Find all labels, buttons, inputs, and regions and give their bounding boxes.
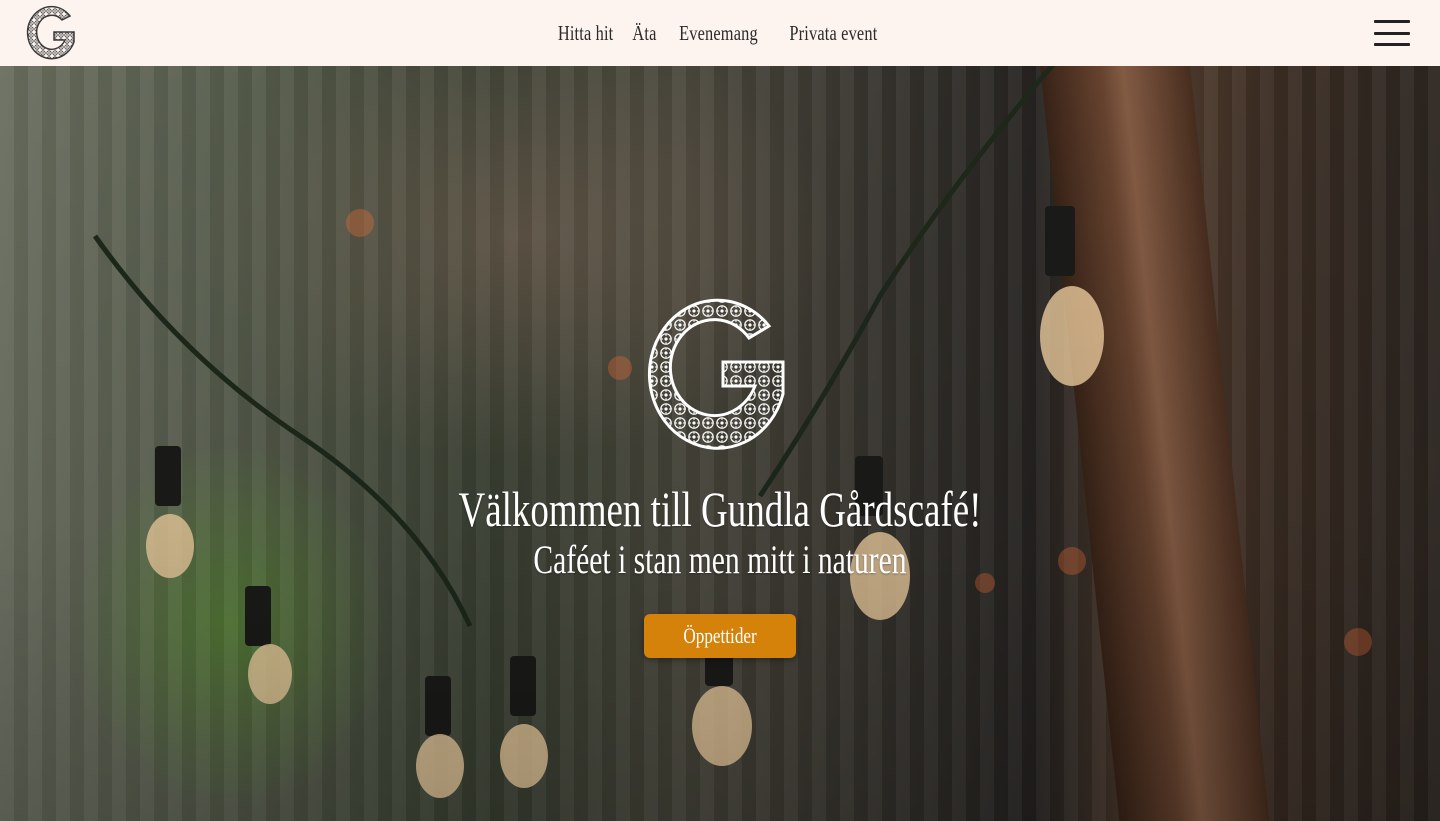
main-nav: Hitta hit Äta Evenemang Privata event: [0, 0, 1440, 66]
hamburger-menu-icon[interactable]: [1374, 20, 1410, 46]
nav-link-evenemang[interactable]: Evenemang: [679, 21, 758, 46]
opening-hours-button[interactable]: Öppettider: [644, 614, 796, 658]
nav-link-privata-event[interactable]: Privata event: [790, 21, 878, 46]
opening-hours-label: Öppettider: [683, 623, 757, 648]
menu-bar: [1374, 20, 1410, 23]
hero-subtitle: Caféet i stan men mitt i naturen: [533, 537, 907, 582]
hero-content: Välkommen till Gundla Gårdscafé! Caféet …: [0, 290, 1440, 658]
nav-link-hitta-hit[interactable]: Hitta hit: [558, 21, 614, 46]
flower-g-logo-icon: [647, 298, 785, 450]
hero-section: Välkommen till Gundla Gårdscafé! Caféet …: [0, 66, 1440, 821]
hero-title: Välkommen till Gundla Gårdscafé!: [458, 481, 982, 537]
site-logo-icon[interactable]: [22, 2, 82, 64]
top-navigation-bar: Hitta hit Äta Evenemang Privata event: [0, 0, 1440, 66]
menu-bar: [1374, 43, 1410, 46]
nav-link-ata[interactable]: Äta: [633, 21, 657, 46]
menu-bar: [1374, 31, 1410, 35]
